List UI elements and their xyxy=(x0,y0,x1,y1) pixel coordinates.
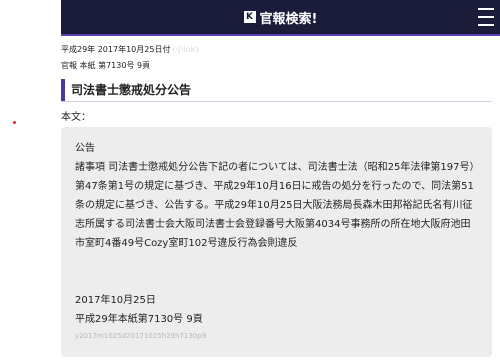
body-label: 本文： xyxy=(61,112,91,123)
red-dot-marker xyxy=(13,121,16,124)
site-logo[interactable]: K 官報検索! xyxy=(243,8,318,27)
title-divider xyxy=(61,101,492,102)
site-header: K 官報検索! xyxy=(61,0,500,34)
notice-content: 公告 諸事項 司法書士懲戒処分公告下記の者については、司法書士法（昭和25年法律… xyxy=(61,127,492,357)
publication-date-text: 平成29年 2017年10月25日付 xyxy=(61,45,171,54)
page-title: 司法書士懲戒処分公告 xyxy=(61,79,492,101)
header-accent-line xyxy=(61,34,500,36)
notice-date: 2017年10月25日 xyxy=(75,295,156,306)
notice-heading: 公告 xyxy=(75,143,95,154)
publication-page: 官報 本紙 第7130号 9頁 xyxy=(61,61,151,70)
notice-pdf-id: y2017m1025d20171025h29h7130p9 xyxy=(75,332,207,340)
publication-date: 平成29年 2017年10月25日付 (小lok) xyxy=(61,44,198,55)
logo-text: 官報検索! xyxy=(259,11,318,27)
hamburger-menu-icon[interactable] xyxy=(478,8,494,26)
notice-body: 諸事項 司法書士懲戒処分公告下記の者については、司法書士法（昭和25年法律第19… xyxy=(75,162,475,249)
notice-issue: 平成29年本紙第7130号 9頁 xyxy=(75,314,203,325)
publication-date-suffix: (小lok) xyxy=(172,45,199,54)
logo-icon: K xyxy=(243,11,256,23)
